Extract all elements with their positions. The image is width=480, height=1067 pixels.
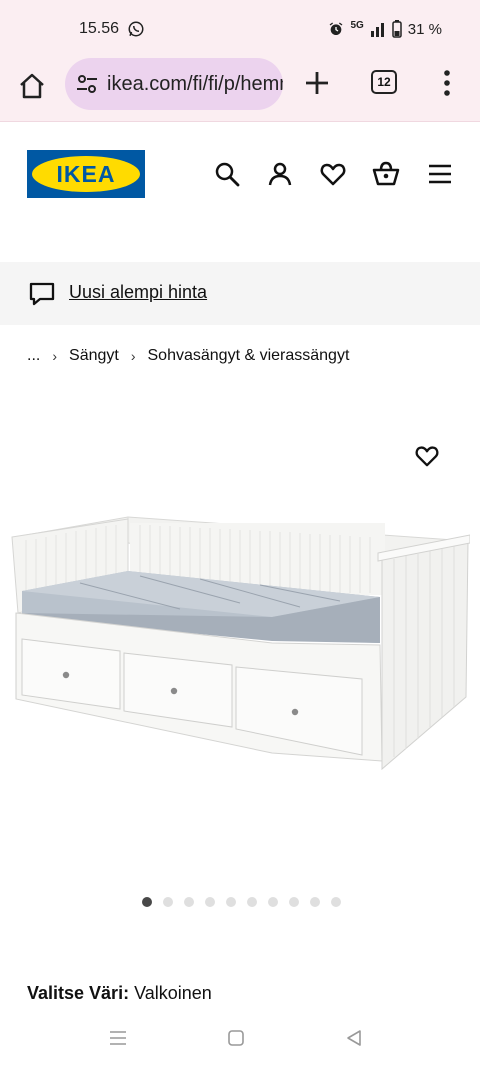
gallery-dot[interactable] — [330, 897, 341, 907]
battery-level: 31 % — [407, 20, 442, 38]
menu-icon[interactable] — [426, 160, 454, 188]
address-bar[interactable]: ikea.com/fi/fi/p/hemnes — [65, 58, 283, 110]
status-time: 15.56 — [79, 20, 120, 37]
product-gallery[interactable] — [0, 400, 480, 900]
site-settings-icon[interactable] — [75, 72, 99, 96]
breadcrumb-item-sofa-beds[interactable]: Sohvasängyt & vierassängyt — [148, 347, 350, 365]
gallery-dot[interactable] — [225, 897, 236, 907]
product-image-daybed — [11, 516, 470, 771]
home-nav-icon[interactable] — [226, 1028, 246, 1048]
shopping-bag-icon[interactable] — [372, 160, 400, 188]
search-icon[interactable] — [213, 160, 241, 188]
status-icons: 5G 31 % — [328, 20, 442, 38]
ikea-logo[interactable]: IKEA — [27, 150, 145, 198]
back-nav-icon[interactable] — [344, 1028, 364, 1048]
color-selection[interactable]: Valitse Väri: Valkoinen — [27, 983, 212, 1004]
color-label: Valitse Väri: — [27, 983, 130, 1003]
new-tab-icon[interactable] — [303, 69, 331, 97]
status-bar: 15.56 5G 31 % — [0, 0, 480, 58]
system-nav-bar — [0, 1010, 480, 1067]
browser-toolbar: ikea.com/fi/fi/p/hemnes 12 — [0, 58, 480, 122]
chevron-right-icon: › — [52, 348, 58, 364]
whatsapp-icon — [128, 21, 144, 37]
alarm-icon — [330, 22, 343, 35]
gallery-dot[interactable] — [288, 897, 299, 907]
site-header: IKEA — [0, 122, 480, 262]
gallery-dot[interactable] — [141, 897, 152, 907]
gallery-dot[interactable] — [267, 897, 278, 907]
chat-bubble-icon — [29, 282, 55, 306]
home-icon[interactable] — [16, 70, 48, 102]
gallery-dot[interactable] — [204, 897, 215, 907]
gallery-dot[interactable] — [162, 897, 173, 907]
breadcrumb: ... › Sängyt › Sohvasängyt & vierassängy… — [27, 347, 349, 365]
battery-icon — [392, 20, 402, 38]
gallery-dot[interactable] — [246, 897, 257, 907]
url-text: ikea.com/fi/fi/p/hemnes — [107, 72, 283, 95]
breadcrumb-ellipsis[interactable]: ... — [27, 347, 40, 365]
add-to-favorites-icon[interactable] — [414, 443, 440, 467]
favorites-icon[interactable] — [319, 160, 347, 188]
more-options-icon[interactable] — [440, 69, 454, 97]
breadcrumb-item-beds[interactable]: Sängyt — [69, 347, 119, 365]
gallery-dot[interactable] — [309, 897, 320, 907]
gallery-dot[interactable] — [183, 897, 194, 907]
tab-switcher-button[interactable]: 12 — [371, 70, 397, 94]
user-icon[interactable] — [266, 160, 294, 188]
recent-apps-icon[interactable] — [108, 1028, 128, 1048]
promo-link[interactable]: Uusi alempi hinta — [69, 282, 207, 303]
logo-text: IKEA — [56, 160, 116, 187]
logo-ellipse: IKEA — [32, 156, 140, 192]
signal-icon — [370, 23, 384, 37]
gallery-pagination — [0, 897, 480, 907]
promo-banner: Uusi alempi hinta — [0, 262, 480, 325]
color-value: Valkoinen — [134, 983, 212, 1003]
chevron-right-icon: › — [130, 348, 136, 364]
network-label: 5G — [350, 19, 364, 31]
